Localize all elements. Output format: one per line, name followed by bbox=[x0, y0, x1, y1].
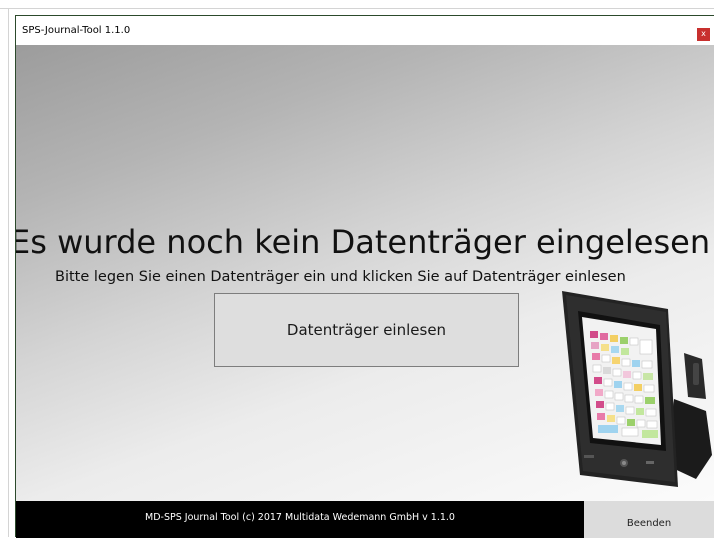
outer-border-left bbox=[8, 8, 9, 537]
main-content: Es wurde noch kein Datenträger eingelese… bbox=[16, 45, 714, 501]
app-window: SPS-Journal-Tool 1.1.0 x Es wurde noch k… bbox=[15, 15, 714, 538]
title-bar[interactable]: SPS-Journal-Tool 1.1.0 x bbox=[16, 16, 714, 45]
outer-border-top bbox=[0, 8, 714, 9]
quit-button[interactable]: Beenden bbox=[584, 501, 714, 538]
screen: SPS-Journal-Tool 1.1.0 x Es wurde noch k… bbox=[0, 0, 714, 538]
instruction-text: Bitte legen Sie einen Datenträger ein un… bbox=[55, 269, 626, 285]
copyright-text: MD-SPS Journal Tool (c) 2017 Multidata W… bbox=[16, 501, 584, 538]
status-headline: Es wurde noch kein Datenträger eingelese… bbox=[16, 223, 711, 261]
close-button[interactable]: x bbox=[697, 28, 710, 41]
footer-bar: MD-SPS Journal Tool (c) 2017 Multidata W… bbox=[16, 501, 714, 538]
pos-terminal-icon bbox=[562, 291, 712, 487]
read-medium-button[interactable]: Datenträger einlesen bbox=[214, 293, 519, 367]
window-title: SPS-Journal-Tool 1.1.0 bbox=[22, 25, 131, 36]
